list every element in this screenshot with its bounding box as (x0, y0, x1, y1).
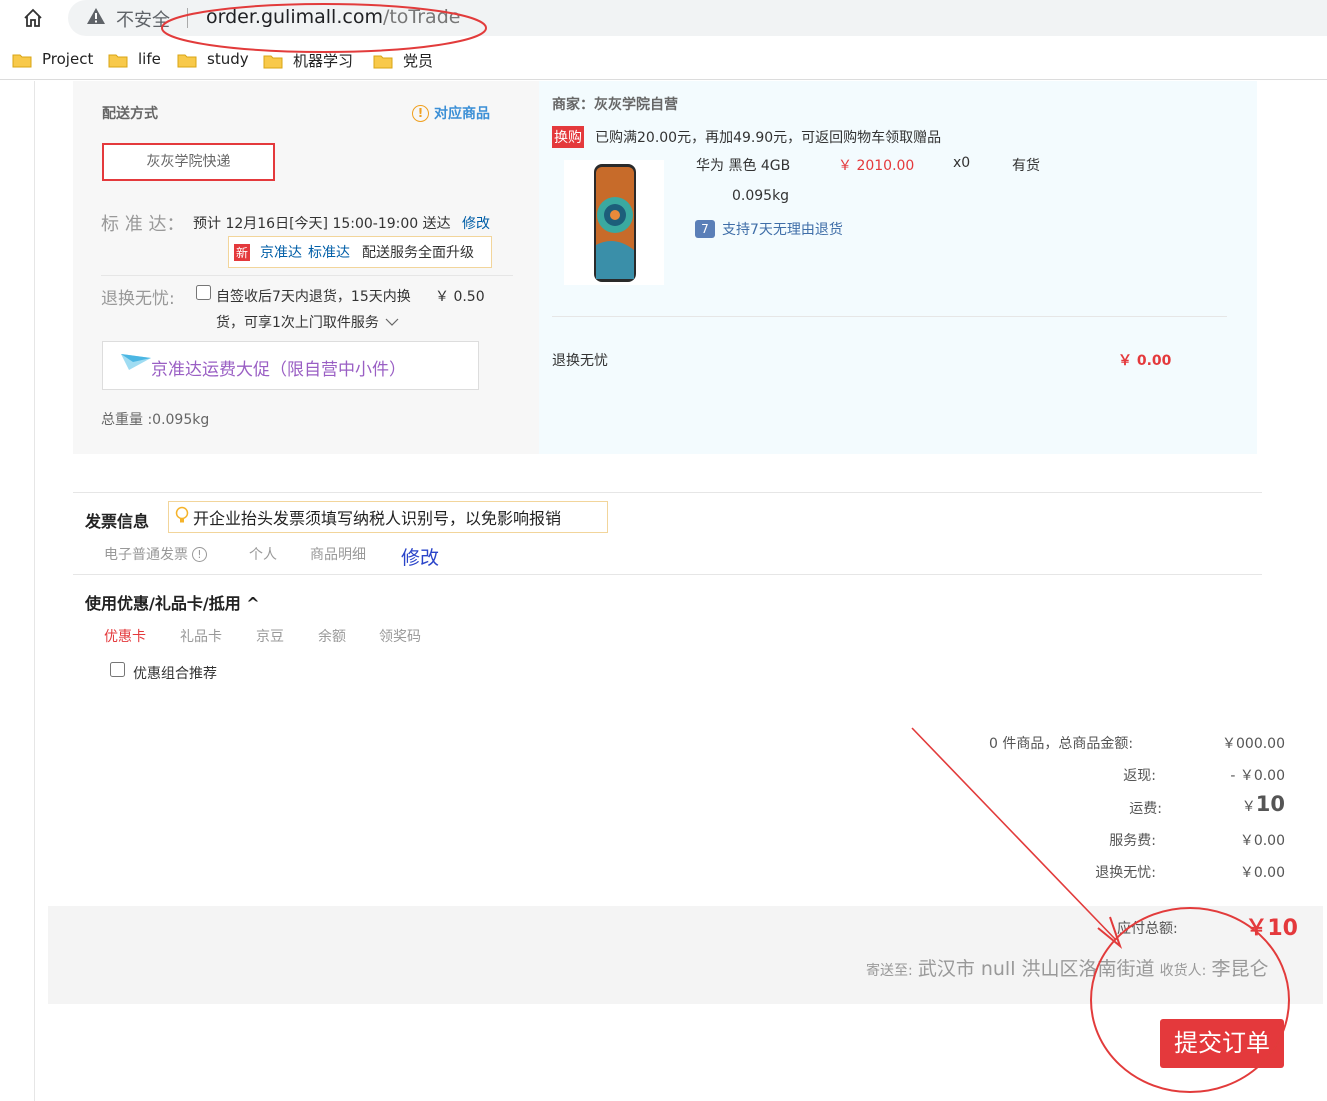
annotation-arrow-line (911, 727, 1117, 941)
annotation-arrowhead (1097, 916, 1123, 950)
annotation-submit-circle (1090, 907, 1290, 1093)
annotation-overlay (161, 3, 1290, 1093)
annotation-url-circle (161, 3, 487, 53)
